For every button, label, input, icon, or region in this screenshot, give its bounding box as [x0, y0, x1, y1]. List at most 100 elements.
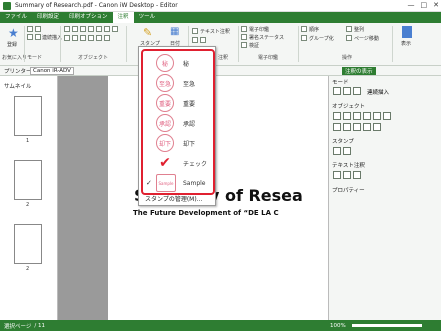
stamp-dropdown: 秘 秘 至急 至急 重要 重要 承認 承認 却下 却下 ✔ チェック ✓ Sam… [138, 46, 216, 206]
properties-panel: モード 連続描入 オブジェクト スタンプ テキスト注釈 プロパティー [328, 76, 441, 320]
page-label: 選択ページ [4, 323, 32, 330]
align-button[interactable]: 整列 [354, 26, 364, 33]
text-note-icon[interactable] [192, 28, 198, 34]
fill-rect-icon[interactable] [64, 35, 70, 41]
image-icon[interactable] [96, 35, 102, 41]
mode-section-title: モード [332, 80, 349, 86]
stamp-label: Sample [183, 179, 206, 187]
annotation-display-button[interactable]: 注釈の表示 [342, 67, 376, 75]
ribbon: ★ 登録 お気に入り 連続描入 モード オブジェクト ✎ スタンプ ▦ 日付 テ… [0, 23, 441, 66]
page-move-icon[interactable] [346, 35, 352, 41]
seal-icon[interactable] [241, 26, 247, 32]
stamp-item-urgent[interactable]: 至急 至急 [143, 73, 213, 93]
toolbar-row: プリンター: Canon iR-ADV 注釈の表示 [0, 66, 441, 76]
order-button[interactable]: 順序 [309, 26, 319, 33]
verify-icon[interactable] [241, 42, 247, 48]
text-icon[interactable] [343, 171, 351, 179]
minimize-button[interactable]: — [408, 1, 415, 9]
group-electronic-seal: 電子印鑑 [258, 55, 279, 61]
tab-file[interactable]: ファイル [0, 12, 32, 23]
thumbnail-page-1[interactable] [14, 96, 42, 136]
tab-tools[interactable]: ツール [134, 12, 161, 23]
display-icon[interactable] [402, 26, 412, 38]
marker-icon[interactable] [72, 26, 78, 32]
verify-button[interactable]: 検証 [249, 42, 259, 49]
arrow-icon[interactable] [363, 112, 371, 120]
zoom-level: 100% [330, 322, 346, 329]
select-icon[interactable] [27, 26, 33, 32]
continuous-button[interactable]: 連続描入 [367, 88, 389, 96]
hand-icon[interactable] [35, 26, 41, 32]
stamp-icon[interactable]: ✎ [143, 26, 152, 39]
polygon-icon[interactable] [333, 123, 341, 131]
line-icon[interactable] [80, 26, 86, 32]
select-icon[interactable] [333, 87, 341, 95]
order-icon[interactable] [301, 26, 307, 32]
tab-print-options[interactable]: 印刷オプション [64, 12, 113, 23]
display-button[interactable]: 表示 [401, 40, 411, 47]
stamp-manage-item[interactable]: スタンプの管理(M)... [139, 194, 217, 206]
stamp-item-approved[interactable]: 承認 承認 [143, 113, 213, 133]
arrow-icon[interactable] [88, 26, 94, 32]
rect-icon[interactable] [96, 26, 102, 32]
hand-icon[interactable] [343, 87, 351, 95]
image-icon[interactable] [373, 123, 381, 131]
document-subheading: The Future Development of “DE LA C [133, 209, 279, 217]
text-note-button[interactable]: テキスト注釈 [200, 28, 230, 35]
pen-icon[interactable] [333, 112, 341, 120]
stamp-item-secret[interactable]: 秘 秘 [143, 53, 213, 73]
stamp-label: 重要 [183, 100, 196, 108]
stamp-label: チェック [183, 160, 208, 168]
ellipse-icon[interactable] [104, 26, 110, 32]
stamp-item-rejected[interactable]: 却下 却下 [143, 133, 213, 153]
thumbnail-page-2[interactable] [14, 160, 42, 200]
text-icon[interactable] [192, 37, 198, 43]
stamp-label: 承認 [183, 120, 196, 128]
close-button[interactable]: ✕ [433, 1, 439, 9]
text-note-icon[interactable] [333, 171, 341, 179]
stamp-item-sample[interactable]: ✓ Sample Sample [143, 173, 213, 193]
star-icon[interactable]: ★ [8, 26, 19, 40]
group-icon[interactable] [301, 35, 307, 41]
signature-status-icon[interactable] [241, 34, 247, 40]
tab-print-settings[interactable]: 印刷設定 [32, 12, 64, 23]
ellipse-icon[interactable] [383, 112, 391, 120]
stamp-section-title: スタンプ [332, 139, 354, 145]
page-move-button[interactable]: ページ移動 [354, 35, 379, 42]
seal-button[interactable]: 電子印鑑 [249, 26, 269, 33]
note-icon[interactable] [353, 171, 361, 179]
rect-icon[interactable] [373, 112, 381, 120]
marker-icon[interactable] [343, 112, 351, 120]
stamp-item-check[interactable]: ✔ チェック [143, 153, 213, 173]
text-box-icon[interactable] [363, 123, 371, 131]
calendar-icon[interactable] [343, 147, 351, 155]
fill-ellipse-icon[interactable] [72, 35, 78, 41]
link-icon[interactable] [104, 35, 110, 41]
stamp-item-important[interactable]: 重要 重要 [143, 93, 213, 113]
text-box-icon[interactable] [88, 35, 94, 41]
line-icon[interactable] [353, 112, 361, 120]
thumbnail-page-3[interactable] [14, 224, 42, 264]
align-icon[interactable] [346, 26, 352, 32]
zoom-icon[interactable] [353, 87, 361, 95]
fill-ellipse-icon[interactable] [353, 123, 361, 131]
group-button[interactable]: グループ化 [309, 35, 334, 42]
calendar-icon[interactable]: ▦ [170, 26, 179, 37]
zoom-icon[interactable] [27, 34, 33, 40]
zoom-slider[interactable] [352, 324, 422, 327]
fill-rect-icon[interactable] [343, 123, 351, 131]
status-bar: 選択ページ / 11 100% [0, 320, 441, 331]
fill-polygon-icon[interactable] [80, 35, 86, 41]
note-icon[interactable] [200, 37, 206, 43]
stamp-label: 至急 [183, 80, 196, 88]
printer-select[interactable]: Canon iR-ADV [30, 67, 74, 75]
stamp-icon[interactable] [333, 147, 341, 155]
signature-status-button[interactable]: 署名ステータス [249, 34, 284, 41]
tab-annotation[interactable]: 注釈 [112, 12, 134, 23]
lasso-icon[interactable] [35, 34, 41, 40]
polygon-icon[interactable] [112, 26, 118, 32]
connect-label[interactable]: 連続描入 [42, 34, 62, 41]
pen-icon[interactable] [64, 26, 70, 32]
maximize-button[interactable]: □ [421, 1, 428, 9]
stamp-preview: 承認 [156, 114, 174, 132]
